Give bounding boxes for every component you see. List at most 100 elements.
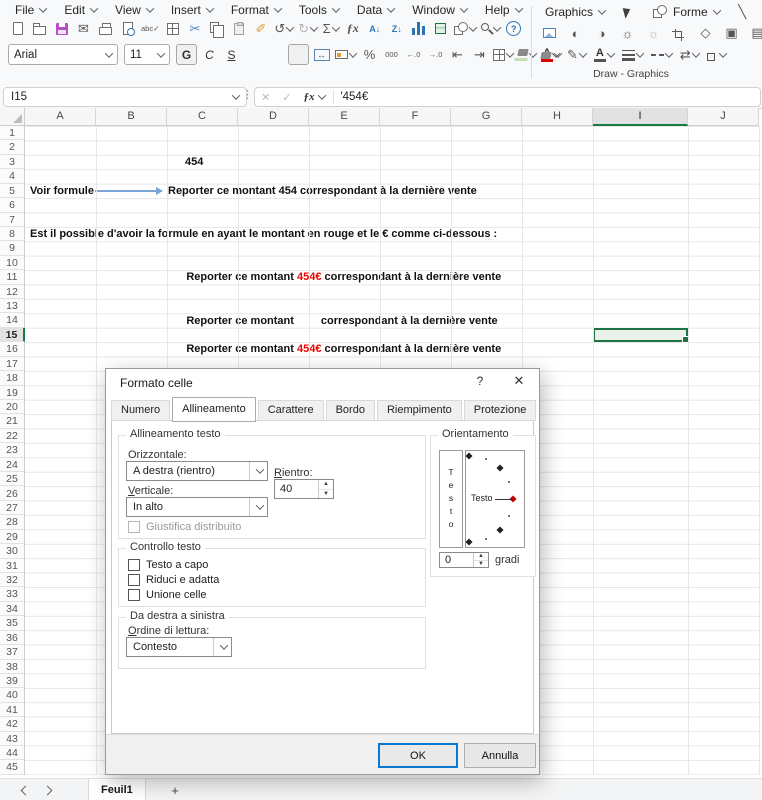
row-header-36[interactable]: 36 (0, 630, 24, 646)
row-header-35[interactable]: 35 (0, 616, 24, 631)
copy-icon[interactable] (207, 19, 226, 38)
menu-edit[interactable]: Edit (57, 3, 104, 17)
menu-file[interactable]: File (8, 3, 53, 17)
chart-pie-icon[interactable]: ◐ (566, 24, 585, 43)
remove-decimal-icon[interactable]: →.0 (426, 45, 445, 64)
formula-input[interactable]: ✕ ✓ ƒx '454€ (254, 87, 761, 107)
pivot-table-icon[interactable] (431, 19, 450, 38)
sort-descending-icon[interactable]: Z↓ (387, 19, 406, 38)
column-header-h[interactable]: H (522, 108, 593, 125)
menu-view[interactable]: View (108, 3, 160, 17)
spin-up-icon[interactable]: ▲ (474, 553, 488, 561)
image-frame-icon[interactable]: ▤ (748, 24, 762, 43)
sum-icon[interactable]: Σ (321, 19, 340, 38)
dial-dot[interactable] (496, 526, 504, 534)
dial-dot[interactable] (496, 464, 504, 472)
draw-font-color-icon[interactable]: A (593, 46, 616, 65)
column-header-c[interactable]: C (167, 108, 238, 125)
tab-protezione[interactable]: Protezione (463, 400, 537, 421)
row-header-31[interactable]: 31 (0, 558, 24, 573)
row-header-18[interactable]: 18 (0, 371, 24, 386)
row-header-42[interactable]: 42 (0, 717, 24, 732)
row-header-25[interactable]: 25 (0, 472, 24, 487)
row-header-26[interactable]: 26 (0, 486, 24, 501)
align-center-icon[interactable] (266, 45, 285, 64)
align-right-icon[interactable] (288, 44, 309, 65)
row-header-11[interactable]: 11 (0, 270, 24, 285)
row-header-16[interactable]: 16 (0, 342, 24, 357)
vertical-text-preview[interactable]: Testo (439, 450, 463, 548)
line-width-icon[interactable] (621, 46, 645, 65)
clone-formatting-icon[interactable]: ✐ (251, 19, 270, 38)
extrusion-icon[interactable] (706, 46, 728, 65)
spinner-buttons[interactable]: ▲ ▼ (318, 480, 333, 498)
font-name-combo[interactable]: Arial (8, 44, 118, 65)
sort-ascending-icon[interactable]: A↓ (365, 19, 384, 38)
redo-icon[interactable]: ↻ (297, 19, 319, 38)
brightness-low-icon[interactable]: ☼ (644, 24, 663, 43)
row-header-23[interactable]: 23 (0, 443, 24, 458)
line-icon[interactable]: ╲ (733, 3, 752, 22)
color-filter-icon[interactable]: ◇ (696, 24, 715, 43)
tab-carattere[interactable]: Carattere (257, 400, 324, 421)
cell-c13[interactable]: Reporter ce montant correspondant à la de… (168, 299, 497, 327)
cancel-button[interactable]: Annulla (464, 743, 536, 768)
dial-dot[interactable] (465, 452, 473, 460)
spin-down-icon[interactable]: ▼ (319, 490, 333, 499)
underline-button[interactable]: S (222, 45, 241, 64)
horizontal-select[interactable]: A destra (rientro) (126, 461, 268, 481)
sheet-tab-feuil1[interactable]: Feuil1 (88, 779, 146, 800)
menu-graphics[interactable]: Graphics (538, 5, 612, 19)
row-header-40[interactable]: 40 (0, 688, 24, 703)
row-header-34[interactable]: 34 (0, 601, 24, 617)
cell-c3[interactable]: 454 (185, 155, 203, 169)
row-header-8[interactable]: 8 (0, 226, 24, 242)
arrow-style-icon[interactable]: ⇄ (679, 46, 701, 65)
row-header-20[interactable]: 20 (0, 399, 24, 415)
accept-entry-icon[interactable]: ✓ (276, 91, 297, 104)
tab-riempimento[interactable]: Riempimento (376, 400, 462, 421)
column-header-i[interactable]: I (593, 108, 688, 126)
brightness-icon[interactable]: ☼ (618, 24, 637, 43)
row-header-4[interactable]: 4 (0, 169, 24, 184)
dial-dot[interactable] (465, 538, 473, 546)
column-header-g[interactable]: G (451, 108, 522, 125)
add-decimal-icon[interactable]: ←.0 (404, 45, 423, 64)
shapes-icon[interactable] (453, 19, 478, 38)
ok-button[interactable]: OK (378, 743, 458, 768)
row-header-5[interactable]: 5 (0, 183, 24, 199)
cancel-entry-icon[interactable]: ✕ (255, 91, 276, 104)
draw-edit-icon[interactable]: ✎ (566, 46, 588, 65)
bold-button[interactable]: G (176, 44, 197, 65)
formula-bar-handle[interactable]: ⋮ (242, 88, 253, 101)
row-header-30[interactable]: 30 (0, 544, 24, 559)
insert-table-icon[interactable] (163, 19, 182, 38)
close-icon[interactable]: ✕ (506, 373, 532, 393)
save-icon[interactable] (52, 19, 71, 38)
row-header-17[interactable]: 17 (0, 356, 24, 372)
previous-sheet-icon[interactable] (20, 785, 31, 796)
cell-a8[interactable]: Est il possible d'avoir la formule en ay… (30, 227, 497, 241)
column-header-b[interactable]: B (96, 108, 167, 125)
frame-icon[interactable]: ▣ (722, 24, 741, 43)
reading-order-select[interactable]: Contesto (126, 637, 232, 657)
row-header-19[interactable]: 19 (0, 385, 24, 400)
row-header-6[interactable]: 6 (0, 198, 24, 213)
borders-icon[interactable] (492, 45, 515, 64)
menu-help[interactable]: Help (478, 3, 529, 17)
crop-icon[interactable] (670, 24, 689, 43)
dial-dot[interactable] (485, 538, 487, 540)
row-header-7[interactable]: 7 (0, 212, 24, 227)
checkbox-unione-celle[interactable]: Unione celle (128, 589, 207, 601)
dial-dot[interactable] (508, 515, 510, 517)
decrease-indent-icon[interactable]: ⇤ (448, 45, 467, 64)
menu-format[interactable]: Format (224, 3, 288, 17)
function-icon[interactable]: ƒx (343, 19, 362, 38)
select-all-corner[interactable] (0, 108, 25, 126)
column-header-d[interactable]: D (238, 108, 309, 125)
degrees-spinbox[interactable]: 0 ▲ ▼ (439, 552, 489, 568)
email-icon[interactable]: ✉ (74, 19, 93, 38)
row-header-44[interactable]: 44 (0, 746, 24, 761)
cell-a5[interactable]: Voir formule (30, 184, 94, 198)
italic-button[interactable]: C (200, 45, 219, 64)
